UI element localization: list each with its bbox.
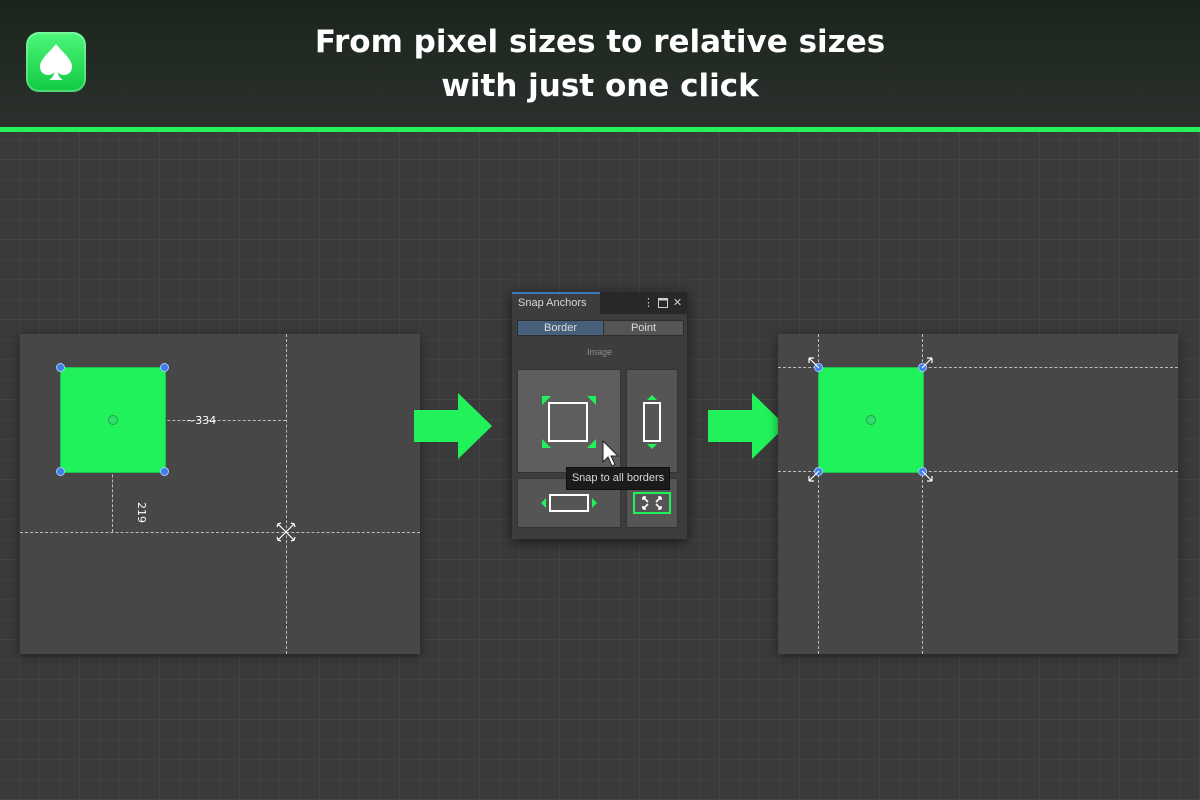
maximize-icon[interactable] (657, 296, 668, 310)
snap-vertical-borders-button[interactable] (626, 369, 678, 473)
close-icon[interactable]: ✕ (672, 296, 683, 310)
spade-icon (40, 44, 72, 80)
offset-x-label: ~334 (186, 414, 217, 427)
pivot-handle[interactable] (866, 415, 876, 425)
right-arrow-icon (414, 393, 492, 459)
tooltip: Snap to all borders (566, 467, 670, 490)
right-arrow-icon (708, 393, 786, 459)
pivot-handle[interactable] (108, 415, 118, 425)
anchor-top-right-icon[interactable] (921, 357, 933, 369)
app-logo (26, 32, 86, 92)
kebab-icon[interactable]: ⋮ (643, 296, 654, 310)
resize-handle-top-left[interactable] (56, 363, 65, 372)
resize-handle-bottom-right[interactable] (160, 467, 169, 476)
header-accent-line (0, 127, 1200, 132)
anchor-point-icon[interactable] (274, 520, 298, 544)
after-scene-view (778, 334, 1178, 654)
snap-anchors-window: Snap Anchors ⋮ ✕ Border Point Image (512, 292, 687, 539)
tab-border[interactable]: Border (517, 320, 604, 336)
before-scene-view: ~334 219 (20, 334, 420, 654)
mouse-cursor-icon (602, 440, 620, 467)
anchor-bottom-right-icon[interactable] (921, 470, 933, 482)
headline: From pixel sizes to relative sizes with … (300, 20, 900, 108)
headline-line-2: with just one click (441, 68, 759, 104)
anchor-guide-vertical (286, 334, 287, 654)
resize-handle-bottom-left[interactable] (56, 467, 65, 476)
snap-vertical-borders-icon (643, 395, 661, 449)
tab-point[interactable]: Point (603, 320, 684, 336)
headline-line-1: From pixel sizes to relative sizes (314, 24, 886, 60)
anchor-bottom-left-icon[interactable] (808, 470, 820, 482)
resize-handle-top-right[interactable] (160, 363, 169, 372)
section-label: Image (586, 347, 612, 357)
window-title-tab[interactable]: Snap Anchors (512, 292, 600, 314)
anchor-top-left-icon[interactable] (808, 357, 820, 369)
anchor-guide-horizontal (20, 532, 420, 533)
offset-y-label: 219 (135, 502, 148, 523)
